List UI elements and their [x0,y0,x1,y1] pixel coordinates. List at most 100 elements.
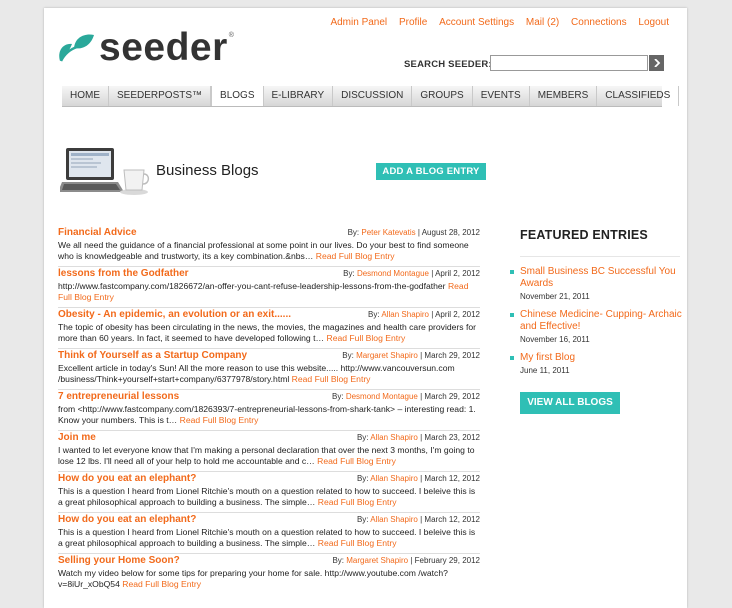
blog-entry: Think of Yourself as a Startup Company B… [58,349,480,390]
featured-item-date: November 16, 2011 [520,335,590,344]
author-link[interactable]: Allan Shapiro [381,310,429,319]
add-blog-entry-button[interactable]: ADD A BLOG ENTRY [376,163,486,180]
bullet-icon [510,270,514,274]
connections-link[interactable]: Connections [571,17,627,28]
mail-link[interactable]: Mail (2) [526,17,559,28]
nav-groups[interactable]: GROUPS [412,86,473,106]
laptop-coffee-icon [60,148,150,195]
arrow-right-icon [653,59,660,67]
by-label: By: [356,433,369,442]
excerpt-text: Excellent article in today's Sun! All th… [58,363,455,384]
search-button[interactable] [649,55,664,71]
by-label: By: [342,351,354,360]
excerpt-text: Watch my video below for some tips for p… [58,568,448,589]
entry-excerpt: Excellent article in today's Sun! All th… [58,363,480,385]
account-settings-link[interactable]: Account Settings [439,17,514,28]
entry-meta: By: Allan Shapiro | April 2, 2012 [368,310,480,319]
author-link[interactable]: Desmond Montague [346,392,418,401]
nav-home[interactable]: HOME [62,86,109,106]
page-title: Business Blogs [156,162,259,179]
by-label: By: [332,392,344,401]
excerpt-text: This is a question I heard from Lionel R… [58,486,476,507]
entry-excerpt: This is a question I heard from Lionel R… [58,486,480,508]
entry-date: | March 12, 2012 [420,474,480,483]
author-link[interactable]: Peter Katevatis [361,228,415,237]
logout-link[interactable]: Logout [638,17,669,28]
read-more-link[interactable]: Read Full Blog Entry [326,333,405,343]
blog-entry: lessons from the Godfather By: Desmond M… [58,267,480,308]
view-all-blogs-button[interactable]: VIEW ALL BLOGS [520,392,620,414]
featured-item: Small Business BC Successful You Awards … [510,266,682,301]
nav-e-library[interactable]: E-LIBRARY [264,86,334,106]
blog-entry: Obesity - An epidemic, an evolution or a… [58,308,480,349]
bullet-icon [510,313,514,317]
entry-title-link[interactable]: Financial Advice [58,227,137,238]
entry-meta: By: Allan Shapiro | March 23, 2012 [357,433,480,442]
author-link[interactable]: Allan Shapiro [370,515,418,524]
featured-item-date: November 21, 2011 [520,292,590,301]
entry-title-link[interactable]: lessons from the Godfather [58,268,189,279]
excerpt-text: We all need the guidance of a financial … [58,240,469,261]
read-more-link[interactable]: Read Full Blog Entry [122,579,201,589]
blog-entry: How do you eat an elephant? By: Allan Sh… [58,513,480,554]
featured-list: Small Business BC Successful You Awards … [510,266,682,383]
author-link[interactable]: Allan Shapiro [370,474,418,483]
author-link[interactable]: Margaret Shapiro [346,556,408,565]
by-label: By: [332,556,345,565]
blog-entry: Financial Advice By: Peter Katevatis | A… [58,226,480,267]
nav-events[interactable]: EVENTS [473,86,530,106]
bullet-icon [510,356,514,360]
search-label: SEARCH SEEDER: [404,59,492,70]
by-label: By: [343,269,355,278]
featured-item: My first Blog June 11, 2011 [510,352,682,375]
entry-title-link[interactable]: Selling your Home Soon? [58,555,180,566]
leaf-logo-icon [59,34,94,62]
entry-title-link[interactable]: How do you eat an elephant? [58,514,196,525]
excerpt-text: http://www.fastcompany.com/1826672/an-of… [58,281,446,291]
page-container: Admin Panel Profile Account Settings Mai… [44,8,687,608]
search-input[interactable] [490,55,648,71]
logo-text: seeder [99,26,228,69]
blog-entry: 7 entrepreneurial lessons By: Desmond Mo… [58,390,480,431]
divider [520,256,680,257]
read-more-link[interactable]: Read Full Blog Entry [316,251,395,261]
read-more-link[interactable]: Read Full Blog Entry [317,456,396,466]
seeder-logo[interactable]: seeder ® [57,28,234,68]
featured-item-date: June 11, 2011 [520,366,570,375]
top-links: Admin Panel Profile Account Settings Mai… [321,17,669,28]
featured-item-link[interactable]: My first Blog [520,352,682,364]
featured-item-link[interactable]: Chinese Medicine- Cupping- Archaic and E… [520,309,682,333]
entry-date: | March 29, 2012 [420,392,480,401]
entry-title-link[interactable]: 7 entrepreneurial lessons [58,391,179,402]
entry-meta: By: Peter Katevatis | August 28, 2012 [348,228,480,237]
entry-title-link[interactable]: Obesity - An epidemic, an evolution or a… [58,309,291,320]
entry-date: | April 2, 2012 [431,310,480,319]
read-more-link[interactable]: Read Full Blog Entry [318,497,397,507]
read-more-link[interactable]: Read Full Blog Entry [180,415,259,425]
profile-link[interactable]: Profile [399,17,427,28]
author-link[interactable]: Allan Shapiro [370,433,418,442]
entry-meta: By: Allan Shapiro | March 12, 2012 [357,474,480,483]
blog-entry: How do you eat an elephant? By: Allan Sh… [58,472,480,513]
read-more-link[interactable]: Read Full Blog Entry [318,538,397,548]
entry-title-link[interactable]: Join me [58,432,96,443]
entry-title-link[interactable]: How do you eat an elephant? [58,473,196,484]
nav-blogs[interactable]: BLOGS [211,86,264,106]
nav-seederposts[interactable]: SEEDERPOSTS™ [109,86,212,106]
read-more-link[interactable]: Read Full Blog Entry [292,374,371,384]
excerpt-text: from <http://www.fastcompany.com/1826393… [58,404,476,425]
admin-panel-link[interactable]: Admin Panel [330,17,387,28]
entry-meta: By: Margaret Shapiro | March 29, 2012 [342,351,480,360]
featured-item-link[interactable]: Small Business BC Successful You Awards [520,266,682,290]
excerpt-text: This is a question I heard from Lionel R… [58,527,476,548]
blog-entry: Selling your Home Soon? By: Margaret Sha… [58,554,480,594]
nav-members[interactable]: MEMBERS [530,86,598,106]
entry-excerpt: http://www.fastcompany.com/1826672/an-of… [58,281,480,303]
nav-discussion[interactable]: DISCUSSION [333,86,413,106]
entry-title-link[interactable]: Think of Yourself as a Startup Company [58,350,247,361]
nav-classifieds[interactable]: CLASSIFIEDS [597,86,680,106]
by-label: By: [356,515,369,524]
featured-entries-heading: FEATURED ENTRIES [520,228,648,242]
author-link[interactable]: Margaret Shapiro [356,351,418,360]
author-link[interactable]: Desmond Montague [357,269,429,278]
